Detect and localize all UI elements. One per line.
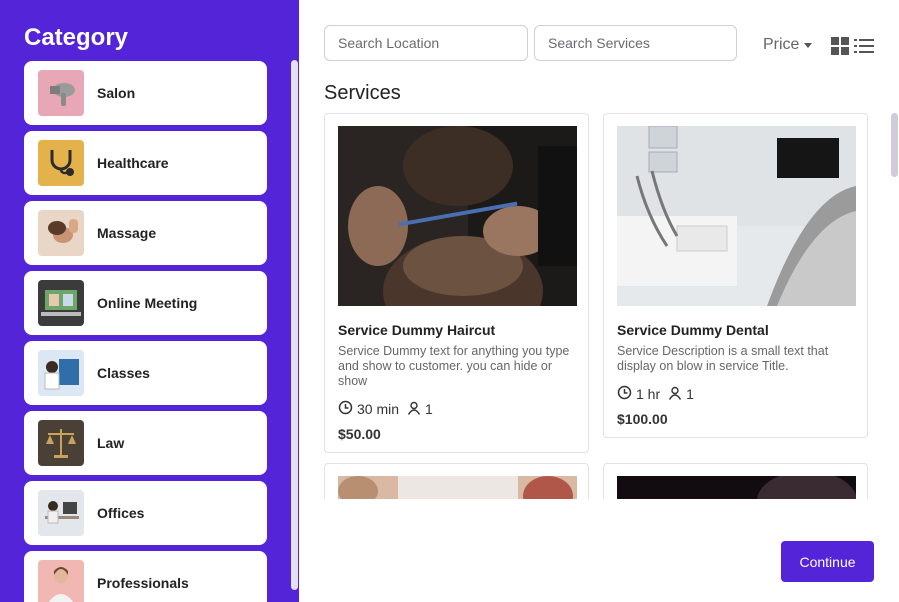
card-duration: 1 hr [636, 386, 661, 402]
category-item-online-meeting[interactable]: Online Meeting [24, 271, 267, 335]
haircut-image [338, 126, 577, 306]
chevron-down-icon [804, 42, 813, 48]
category-label: Law [97, 435, 125, 451]
category-label: Online Meeting [97, 295, 198, 311]
scales-icon [38, 420, 84, 466]
card-title: Service Dummy Dental [617, 322, 769, 338]
person-icon [407, 401, 425, 418]
card-body: Service Dummy Dental Service Description… [617, 322, 857, 427]
clock-icon [338, 400, 357, 418]
section-title: Services [324, 82, 401, 104]
category-item-classes[interactable]: Classes [24, 341, 267, 405]
category-item-salon[interactable]: Salon [24, 61, 267, 125]
card-price: $50.00 [338, 426, 381, 442]
price-dropdown-label: Price [763, 36, 800, 53]
grid-view-icon[interactable] [831, 37, 850, 60]
card-price: $100.00 [617, 411, 668, 427]
price-dropdown[interactable]: Price [763, 36, 813, 54]
card-capacity: 1 [686, 386, 694, 402]
category-label: Professionals [97, 575, 189, 591]
category-sidebar: Category Salon Healthcare Massage Online… [0, 0, 299, 602]
category-label: Healthcare [97, 155, 169, 171]
classroom-icon [38, 350, 84, 396]
card-meta: 1 hr 1 [617, 385, 857, 403]
card-capacity: 1 [425, 401, 433, 417]
dental-image [617, 126, 856, 306]
card-body: Service Dummy Haircut Service Dummy text… [338, 322, 578, 442]
stethoscope-icon [38, 140, 84, 186]
sidebar-scrollbar[interactable] [291, 60, 298, 590]
category-item-healthcare[interactable]: Healthcare [24, 131, 267, 195]
category-list: Salon Healthcare Massage Online Meeting [24, 61, 267, 602]
list-view-icon[interactable] [854, 37, 874, 60]
card-duration: 30 min [357, 401, 400, 417]
office-icon [38, 490, 84, 536]
laptop-meeting-icon [38, 280, 84, 326]
card-meta: 30 min 1 [338, 400, 578, 418]
card-title: Service Dummy Haircut [338, 322, 496, 338]
card-description: Service Description is a small text that… [617, 344, 829, 373]
search-location-input[interactable] [324, 25, 528, 61]
massage-icon [38, 210, 84, 256]
category-label: Salon [97, 85, 136, 101]
continue-button[interactable]: Continue [781, 541, 874, 582]
person-icon [668, 386, 686, 403]
category-label: Massage [97, 225, 157, 241]
card-description: Service Dummy text for anything you type… [338, 344, 570, 388]
category-label: Classes [97, 365, 150, 381]
category-item-massage[interactable]: Massage [24, 201, 267, 265]
category-item-offices[interactable]: Offices [24, 481, 267, 545]
clock-icon [617, 385, 636, 403]
service-card-haircut[interactable]: Service Dummy Haircut Service Dummy text… [324, 113, 589, 453]
category-item-law[interactable]: Law [24, 411, 267, 475]
search-services-input[interactable] [534, 25, 737, 61]
sidebar-title: Category [24, 24, 129, 51]
service-card-dental[interactable]: Service Dummy Dental Service Description… [603, 113, 868, 438]
category-item-professionals[interactable]: Professionals [24, 551, 267, 602]
professional-person-icon [38, 560, 84, 602]
main-scrollbar[interactable] [891, 113, 898, 177]
hair-dryer-icon [38, 70, 84, 116]
category-label: Offices [97, 505, 145, 521]
